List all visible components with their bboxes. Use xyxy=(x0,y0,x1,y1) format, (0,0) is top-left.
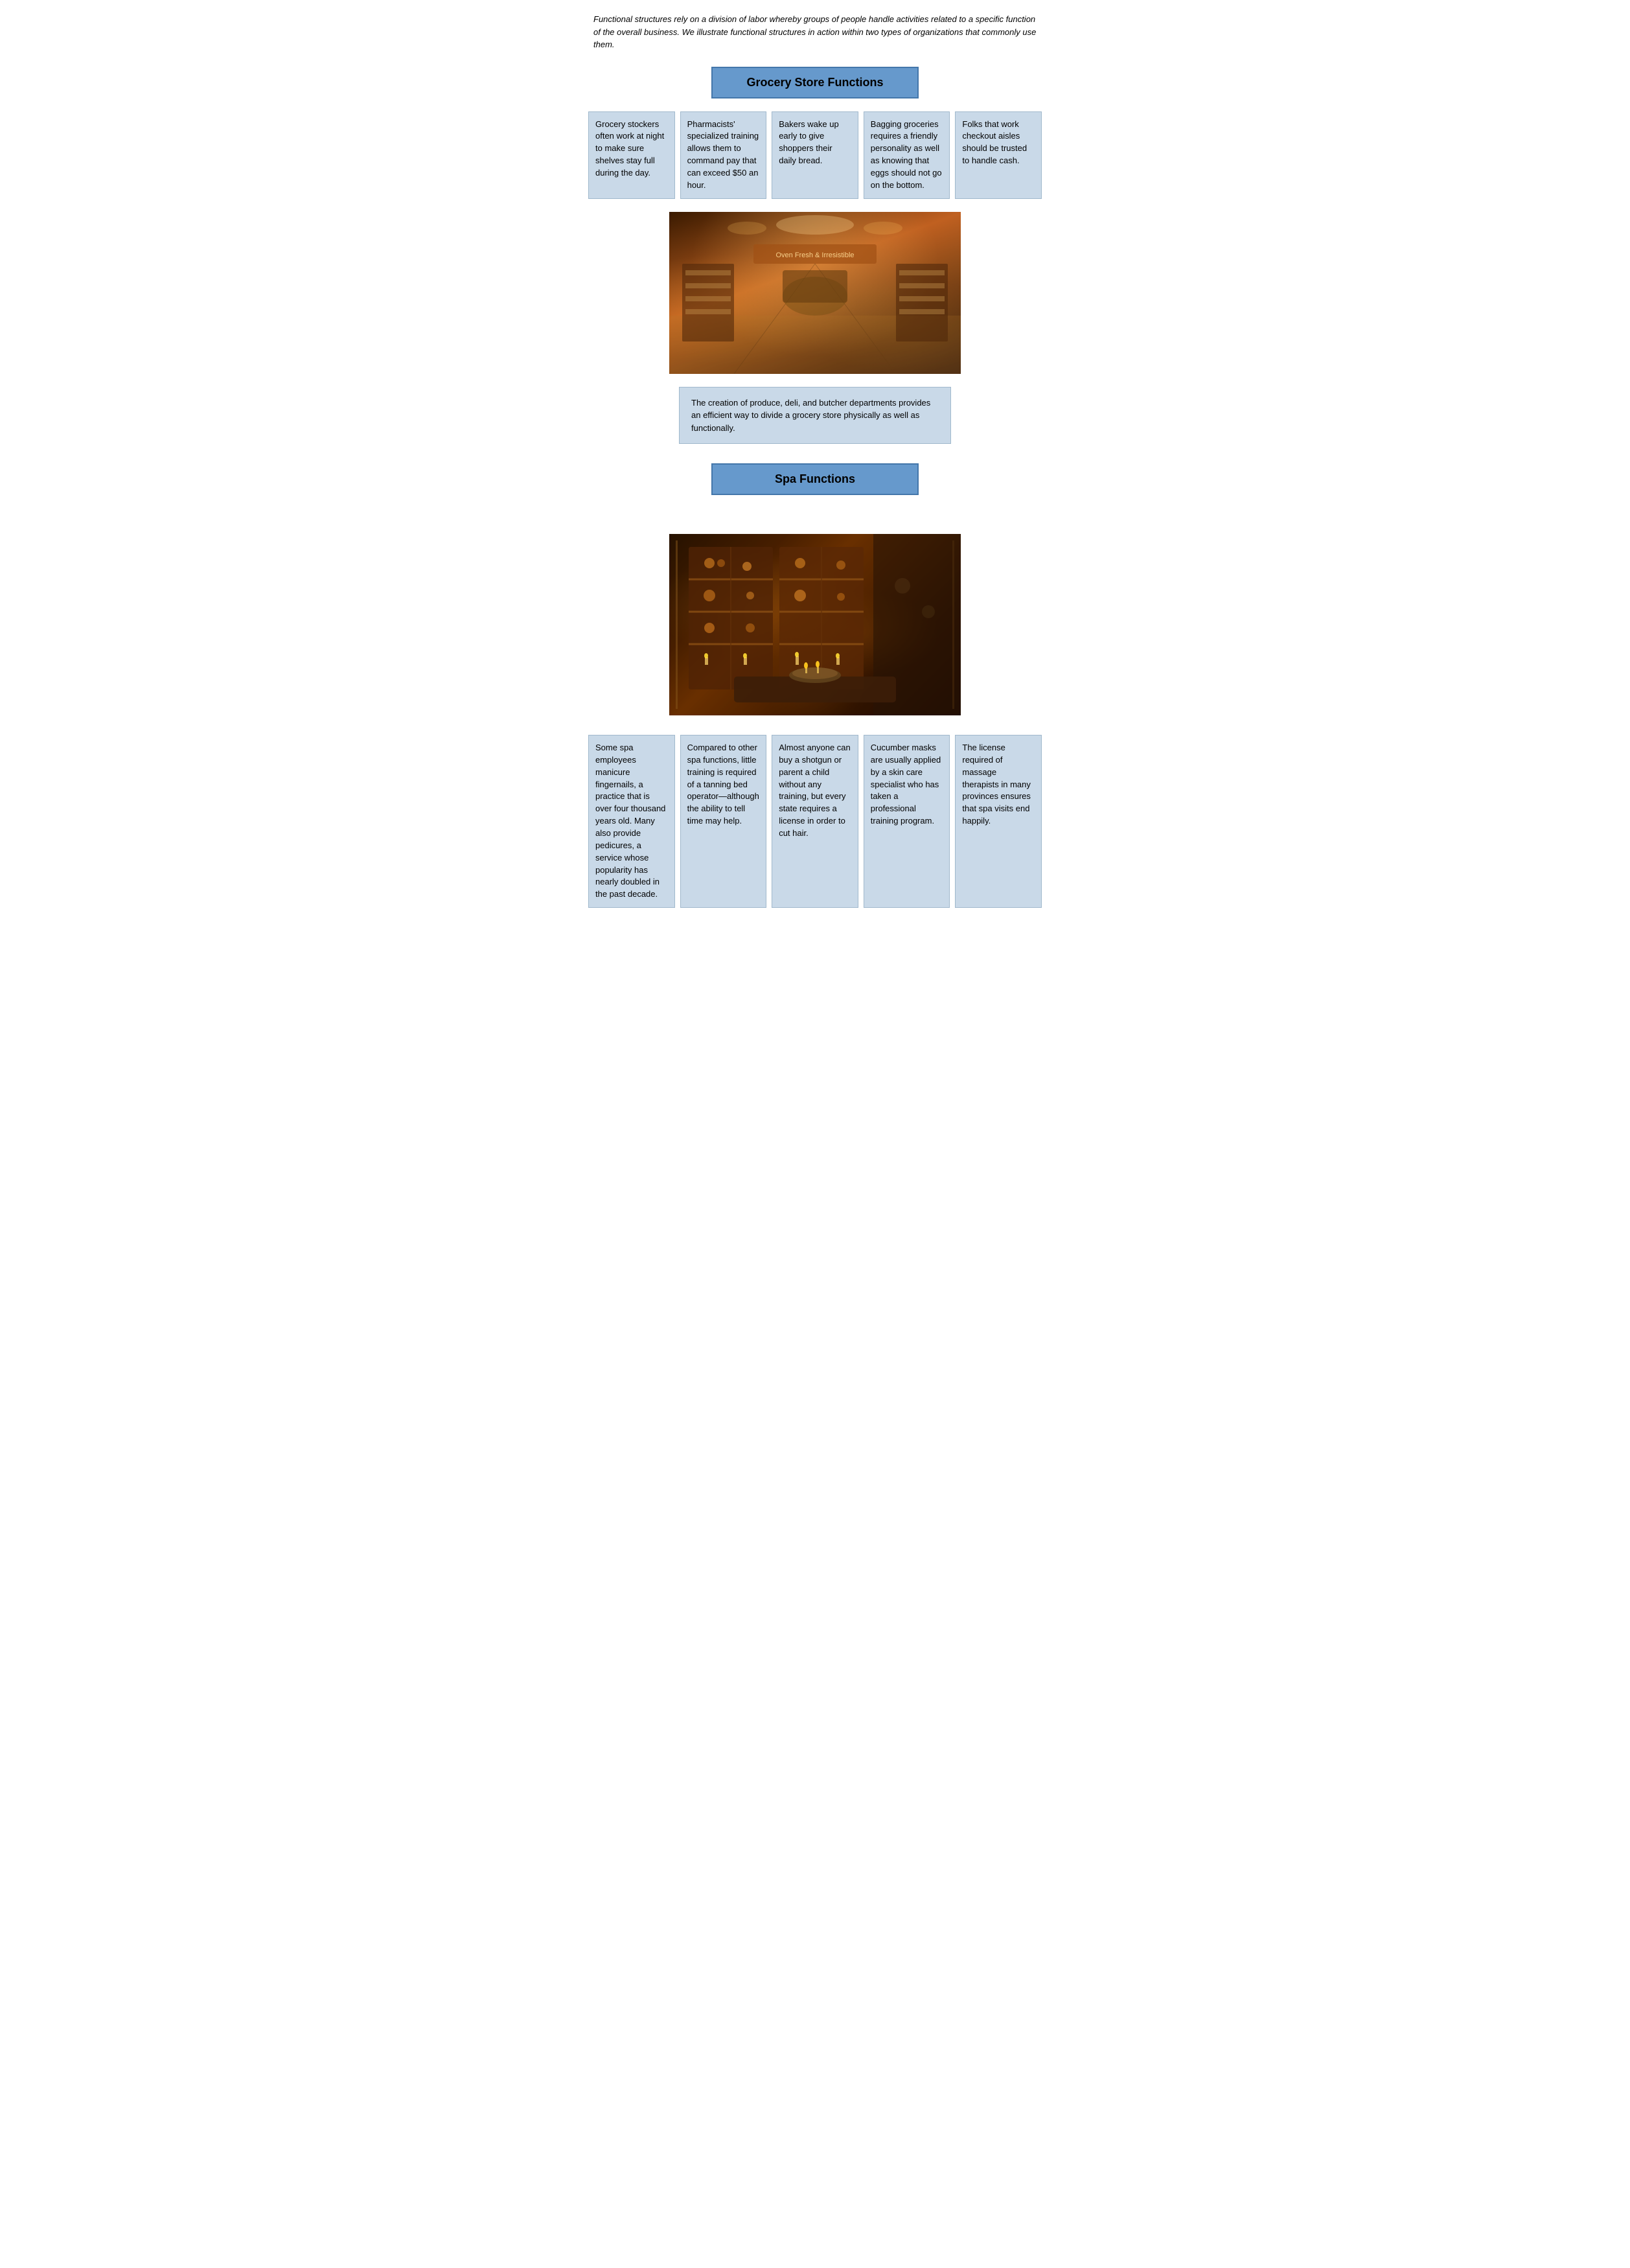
grocery-card-1: Grocery stockers often work at night to … xyxy=(588,111,675,199)
grocery-caption: The creation of produce, deli, and butch… xyxy=(588,387,1042,445)
section-title-grocery: Grocery Store Functions xyxy=(711,67,919,98)
intro-paragraph: Functional structures rely on a division… xyxy=(588,13,1042,51)
spa-card-4: Cucumber masks are usually applied by a … xyxy=(864,735,950,908)
grocery-image-container: Oven Fresh & Irresistible xyxy=(588,212,1042,374)
spa-card-3: Almost anyone can buy a shotgun or paren… xyxy=(772,735,858,908)
section-title-spa: Spa Functions xyxy=(711,463,919,495)
grocery-card-3: Bakers wake up early to give shoppers th… xyxy=(772,111,858,199)
grocery-card-5: Folks that work checkout aisles should b… xyxy=(955,111,1042,199)
grocery-card-2: Pharmacists' specialized training allows… xyxy=(680,111,767,199)
svg-text:Oven Fresh & Irresistible: Oven Fresh & Irresistible xyxy=(775,251,854,259)
spa-card-2: Compared to other spa functions, little … xyxy=(680,735,767,908)
grocery-cards-row: Grocery stockers often work at night to … xyxy=(588,111,1042,199)
grocery-card-4: Bagging groceries requires a friendly pe… xyxy=(864,111,950,199)
grocery-caption-text: The creation of produce, deli, and butch… xyxy=(679,387,951,445)
spa-image-container xyxy=(588,534,1042,715)
spa-cards-row: Some spa employees manicure fingernails,… xyxy=(588,735,1042,908)
spa-card-5: The license required of massage therapis… xyxy=(955,735,1042,908)
spa-card-1: Some spa employees manicure fingernails,… xyxy=(588,735,675,908)
spa-interior-image xyxy=(669,534,961,715)
grocery-store-image: Oven Fresh & Irresistible xyxy=(669,212,961,374)
